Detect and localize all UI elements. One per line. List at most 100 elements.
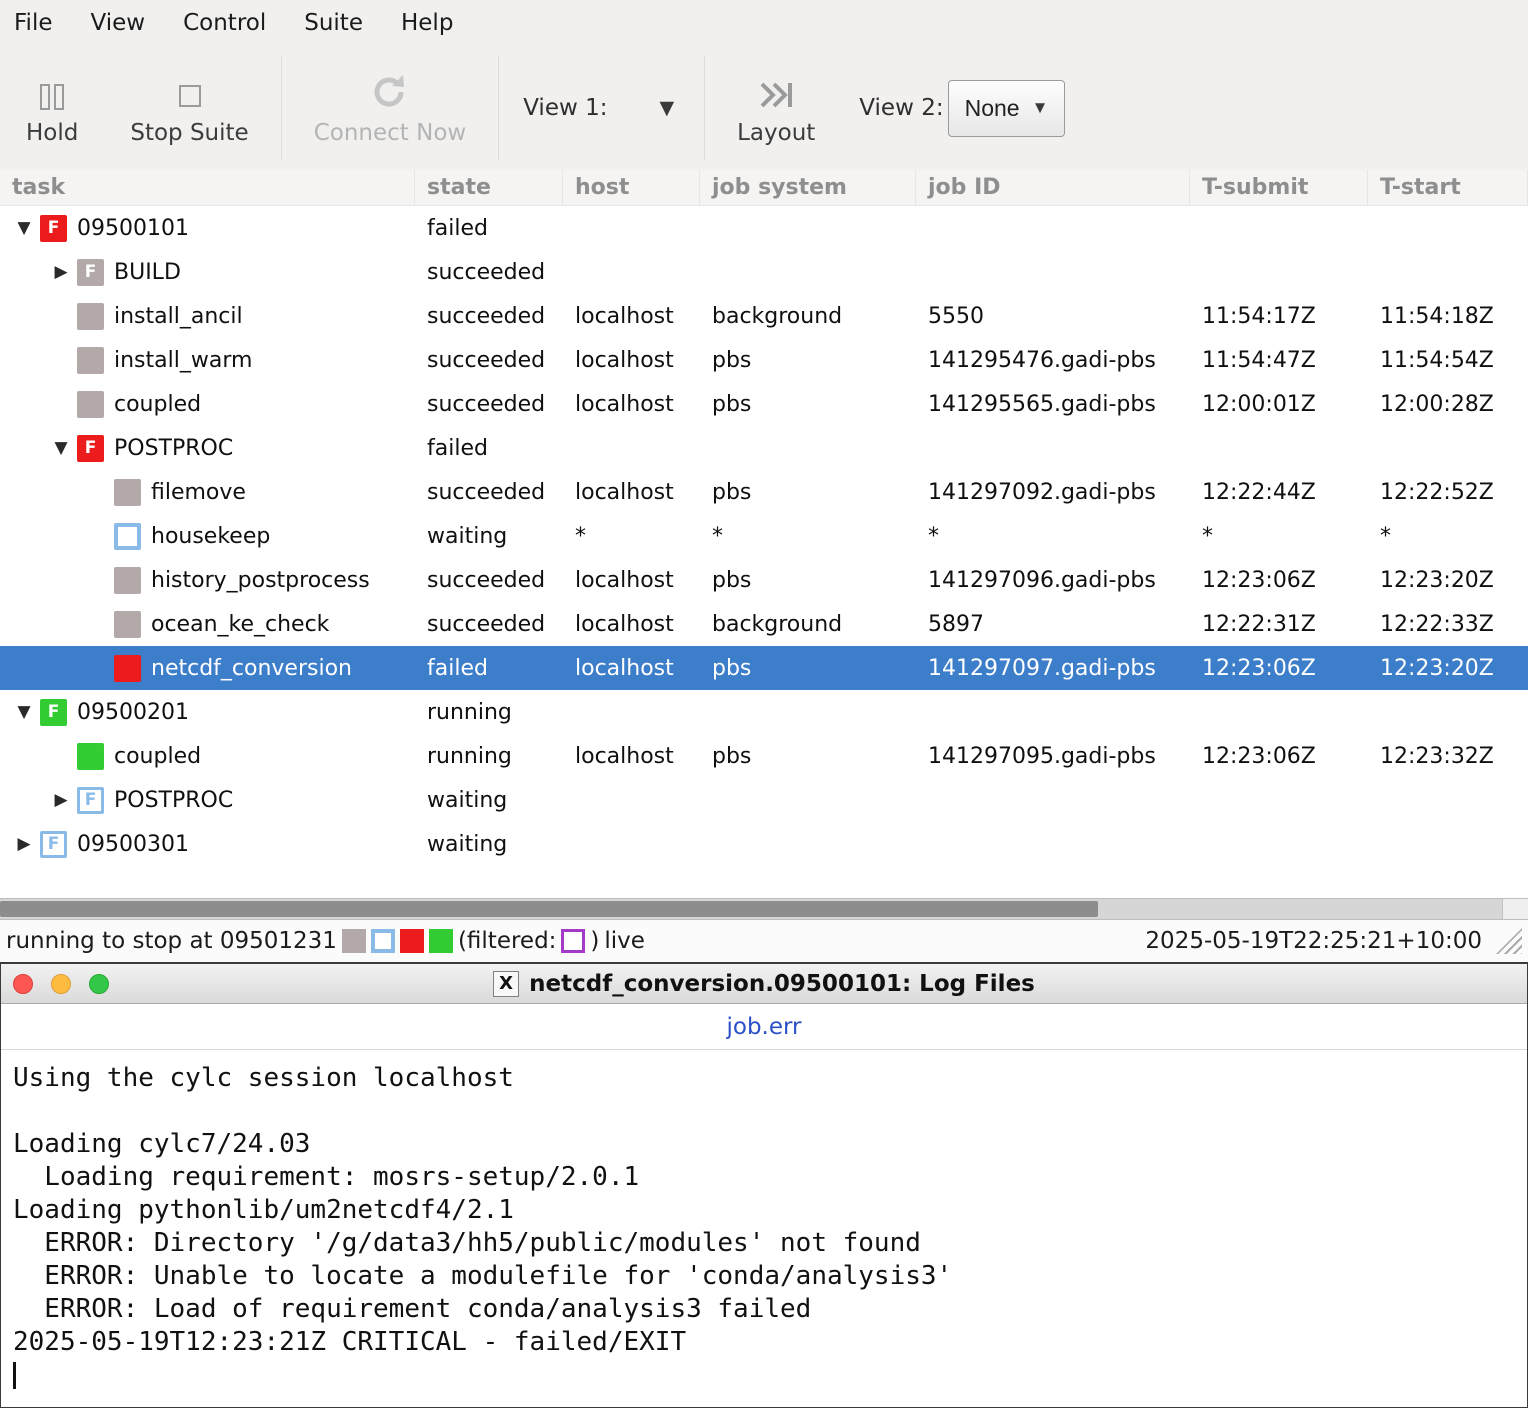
minimize-button[interactable] xyxy=(51,973,71,994)
task-succeeded-icon xyxy=(77,390,104,418)
task-row[interactable]: ▶ F BUILD succeeded xyxy=(0,250,1528,294)
horizontal-scrollbar[interactable] xyxy=(0,898,1528,920)
filtered-state-icon xyxy=(561,929,586,953)
tab-job-err[interactable]: job.err xyxy=(726,1014,801,1040)
state-cell: running xyxy=(427,699,512,725)
legend-running-icon xyxy=(428,929,453,953)
state-cell: failed xyxy=(427,655,488,681)
family-running-icon: F xyxy=(40,698,67,726)
task-row[interactable]: ▼ F 09500101 failed xyxy=(0,206,1528,250)
state-cell: succeeded xyxy=(427,303,546,329)
live-label: live xyxy=(604,928,645,954)
task-row[interactable]: ▶ F POSTPROC waiting xyxy=(0,778,1528,822)
task-row[interactable]: ocean_ke_check succeeded localhost backg… xyxy=(0,602,1528,646)
task-row[interactable]: filemove succeeded localhost pbs 1412970… xyxy=(0,470,1528,514)
toolbar-separator xyxy=(280,56,282,160)
column-header-state[interactable]: state xyxy=(415,170,563,205)
column-header-t-submit[interactable]: T-submit xyxy=(1190,170,1368,205)
view1-dropdown-arrow-icon[interactable]: ▼ xyxy=(653,91,680,125)
menu-view[interactable]: View xyxy=(91,10,146,36)
view2-value: None xyxy=(964,94,1020,121)
task-row[interactable]: housekeep waiting * * * * * xyxy=(0,514,1528,558)
family-failed-icon: F xyxy=(40,214,67,242)
view2-dropdown[interactable]: None ▼ xyxy=(947,79,1066,137)
column-header-task[interactable]: task xyxy=(0,170,415,205)
t-start-cell: 12:22:33Z xyxy=(1380,611,1494,637)
state-cell: failed xyxy=(427,435,488,461)
task-row[interactable]: coupled succeeded localhost pbs 14129556… xyxy=(0,382,1528,426)
task-cell: housekeep xyxy=(0,522,415,550)
task-row[interactable]: ▼ F 09500201 running xyxy=(0,690,1528,734)
job-system-cell: pbs xyxy=(712,479,752,505)
state-cell: failed xyxy=(427,215,488,241)
maximize-button[interactable] xyxy=(89,973,109,994)
resize-grip[interactable] xyxy=(1496,928,1522,954)
column-header-job-id[interactable]: job ID xyxy=(916,170,1190,205)
view2-selector: View 2: None ▼ xyxy=(841,79,1083,137)
hold-label: Hold xyxy=(26,120,79,146)
task-row[interactable]: netcdf_conversion failed localhost pbs 1… xyxy=(0,646,1528,690)
state-cell: succeeded xyxy=(427,611,546,637)
expander-icon[interactable]: ▼ xyxy=(8,702,40,722)
task-cell: ocean_ke_check xyxy=(0,610,415,638)
task-row[interactable]: coupled running localhost pbs 141297095.… xyxy=(0,734,1528,778)
expander-icon[interactable]: ▼ xyxy=(45,438,77,458)
state-cell: succeeded xyxy=(427,391,546,417)
legend-waiting-icon xyxy=(370,929,395,953)
t-submit-cell: 12:22:31Z xyxy=(1202,611,1316,637)
legend-succeeded-icon xyxy=(341,929,366,953)
task-cell: ▼ F 09500201 xyxy=(0,698,415,726)
view1-label: View 1: xyxy=(523,95,608,121)
task-cell: filemove xyxy=(0,478,415,506)
task-row[interactable]: ▶ F 09500301 waiting xyxy=(0,822,1528,866)
task-row[interactable]: install_ancil succeeded localhost backgr… xyxy=(0,294,1528,338)
menu-file[interactable]: File xyxy=(14,10,53,36)
column-header-host[interactable]: host xyxy=(563,170,700,205)
layout-label: Layout xyxy=(737,120,816,146)
filtered-label-open: (filtered: xyxy=(457,928,557,954)
hold-button[interactable]: Hold xyxy=(0,53,104,163)
cylc-gui-window: File View Control Suite Help Hold Stop S… xyxy=(0,0,1528,1408)
task-succeeded-icon xyxy=(114,566,141,594)
chevron-down-icon: ▼ xyxy=(1031,98,1049,117)
task-row[interactable]: history_postprocess succeeded localhost … xyxy=(0,558,1528,602)
stop-suite-button[interactable]: Stop Suite xyxy=(104,53,274,163)
task-row[interactable]: ▼ F POSTPROC failed xyxy=(0,426,1528,470)
close-button[interactable] xyxy=(13,973,33,994)
task-cell: ▼ F POSTPROC xyxy=(0,434,415,462)
task-succeeded-icon xyxy=(77,346,104,374)
expander-icon[interactable]: ▼ xyxy=(8,218,40,238)
t-start-cell: 12:22:52Z xyxy=(1380,479,1494,505)
expander-icon[interactable]: ▶ xyxy=(45,262,77,282)
menu-control[interactable]: Control xyxy=(183,10,266,36)
log-window-titlebar[interactable]: X netcdf_conversion.09500101: Log Files xyxy=(1,964,1527,1004)
job-id-cell: 141297095.gadi-pbs xyxy=(928,743,1156,769)
menu-help[interactable]: Help xyxy=(401,10,453,36)
expander-icon[interactable]: ▶ xyxy=(8,834,40,854)
expander-icon[interactable]: ▶ xyxy=(45,790,77,810)
task-row[interactable]: install_warm succeeded localhost pbs 141… xyxy=(0,338,1528,382)
column-header-job-system[interactable]: job system xyxy=(700,170,916,205)
task-name: POSTPROC xyxy=(114,435,234,461)
t-submit-cell: 11:54:47Z xyxy=(1202,347,1316,373)
layout-button[interactable]: Layout xyxy=(711,53,841,163)
task-name: housekeep xyxy=(151,523,271,549)
scrollbar-thumb[interactable] xyxy=(0,901,1098,917)
job-id-cell: 5550 xyxy=(928,303,984,329)
connect-now-button[interactable]: Connect Now xyxy=(288,53,493,163)
task-running-icon xyxy=(77,742,104,770)
task-name: history_postprocess xyxy=(151,567,370,593)
text-cursor xyxy=(13,1362,16,1389)
menu-suite[interactable]: Suite xyxy=(304,10,363,36)
job-system-cell: pbs xyxy=(712,567,752,593)
toolbar-separator xyxy=(498,56,500,160)
column-header-t-start[interactable]: T-start xyxy=(1368,170,1528,205)
t-submit-cell: * xyxy=(1202,523,1213,549)
task-cell: install_ancil xyxy=(0,302,415,330)
